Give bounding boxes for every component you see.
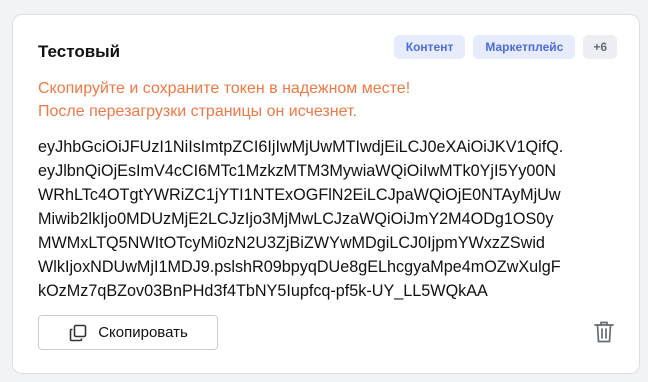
token-line: WRhLTc4OTgtYWRiZC1jYTI1NTExOGFlN2EiLCJpa…: [38, 186, 561, 204]
token-line: eyJhbGciOiJFUzI1NiIsImtpZCI6IjIwMjUwMTIw…: [38, 138, 564, 156]
tag-list: Контент Маркетплейс +6: [393, 35, 617, 59]
token-warning: Скопируйте и сохраните токен в надежном …: [38, 77, 618, 123]
copy-button-label: Скопировать: [98, 324, 188, 341]
more-tags-badge[interactable]: +6: [583, 35, 617, 59]
token-line: eyJlbnQiOjEsImV4cCI6MTc1MzkzMTM3MywiaWQi…: [38, 162, 557, 180]
token-line: MWMxLTQ5NWItOTcyMi0zN2U3ZjBiZWYwMDgiLCJ0…: [38, 234, 545, 252]
tag-content[interactable]: Контент: [393, 35, 466, 59]
token-line: WlkIjoxNDUwMjI1MDJ9.pslshR09bpyqDUe8gELh…: [38, 258, 561, 276]
token-line: kOzMz7qBZov03BnPHd3f4TbNY5Iupfcq-pf5k-UY…: [38, 282, 488, 300]
copy-button[interactable]: Скопировать: [38, 315, 218, 350]
warning-line: После перезагрузки страницы он исчезнет.: [38, 103, 357, 120]
token-card: Тестовый Контент Маркетплейс +6 Скопируй…: [12, 14, 640, 374]
tag-marketplace[interactable]: Маркетплейс: [473, 35, 576, 59]
warning-line: Скопируйте и сохраните токен в надежном …: [38, 80, 411, 97]
token-text: eyJhbGciOiJFUzI1NiIsImtpZCI6IjIwMjUwMTIw…: [38, 135, 623, 303]
token-line: Miwib2lkIjo0MDUzMjE2LCJzIjo3MjMwLCJzaWQi…: [38, 210, 554, 228]
card-title: Тестовый: [38, 42, 121, 61]
copy-icon: [68, 323, 88, 343]
trash-icon[interactable]: [593, 320, 615, 344]
